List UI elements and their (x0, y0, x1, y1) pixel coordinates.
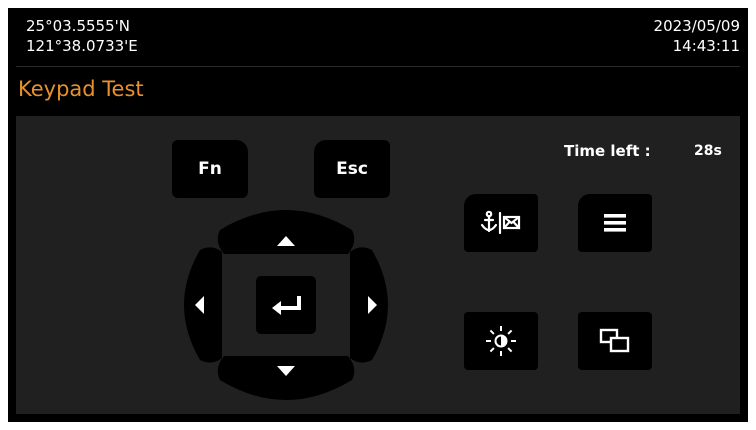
time-left-value: 28s (694, 143, 722, 159)
header-divider (16, 66, 740, 67)
direction-pad (184, 210, 388, 400)
fn-key[interactable]: Fn (172, 140, 248, 198)
enter-key[interactable] (256, 276, 316, 334)
brightness-key[interactable] (464, 312, 538, 370)
brightness-icon (485, 325, 517, 357)
fn-key-label: Fn (198, 159, 222, 179)
esc-key-label: Esc (336, 159, 368, 179)
time: 14:43:11 (672, 37, 740, 55)
window-key[interactable] (578, 312, 652, 370)
longitude: 121°38.0733'E (26, 37, 138, 55)
menu-key[interactable] (578, 194, 652, 252)
gps-position: 25°03.5555'N 121°38.0733'E (26, 16, 138, 56)
time-left-label: Time left : (564, 142, 651, 160)
date: 2023/05/09 (653, 17, 740, 35)
overlapping-windows-icon (599, 327, 631, 355)
down-key[interactable] (217, 356, 355, 400)
date-time: 2023/05/09 14:43:11 (654, 16, 740, 56)
hamburger-menu-icon (603, 212, 627, 234)
anchor-mail-key[interactable] (464, 194, 538, 252)
device-screen: 25°03.5555'N 121°38.0733'E 2023/05/09 14… (8, 8, 748, 422)
latitude: 25°03.5555'N (26, 17, 130, 35)
page-title: Keypad Test (18, 77, 144, 101)
esc-key[interactable]: Esc (314, 140, 390, 198)
anchor-mail-icon (479, 210, 523, 236)
keypad-panel: Time left : 28s Fn Esc (16, 116, 740, 414)
up-key[interactable] (217, 210, 355, 254)
